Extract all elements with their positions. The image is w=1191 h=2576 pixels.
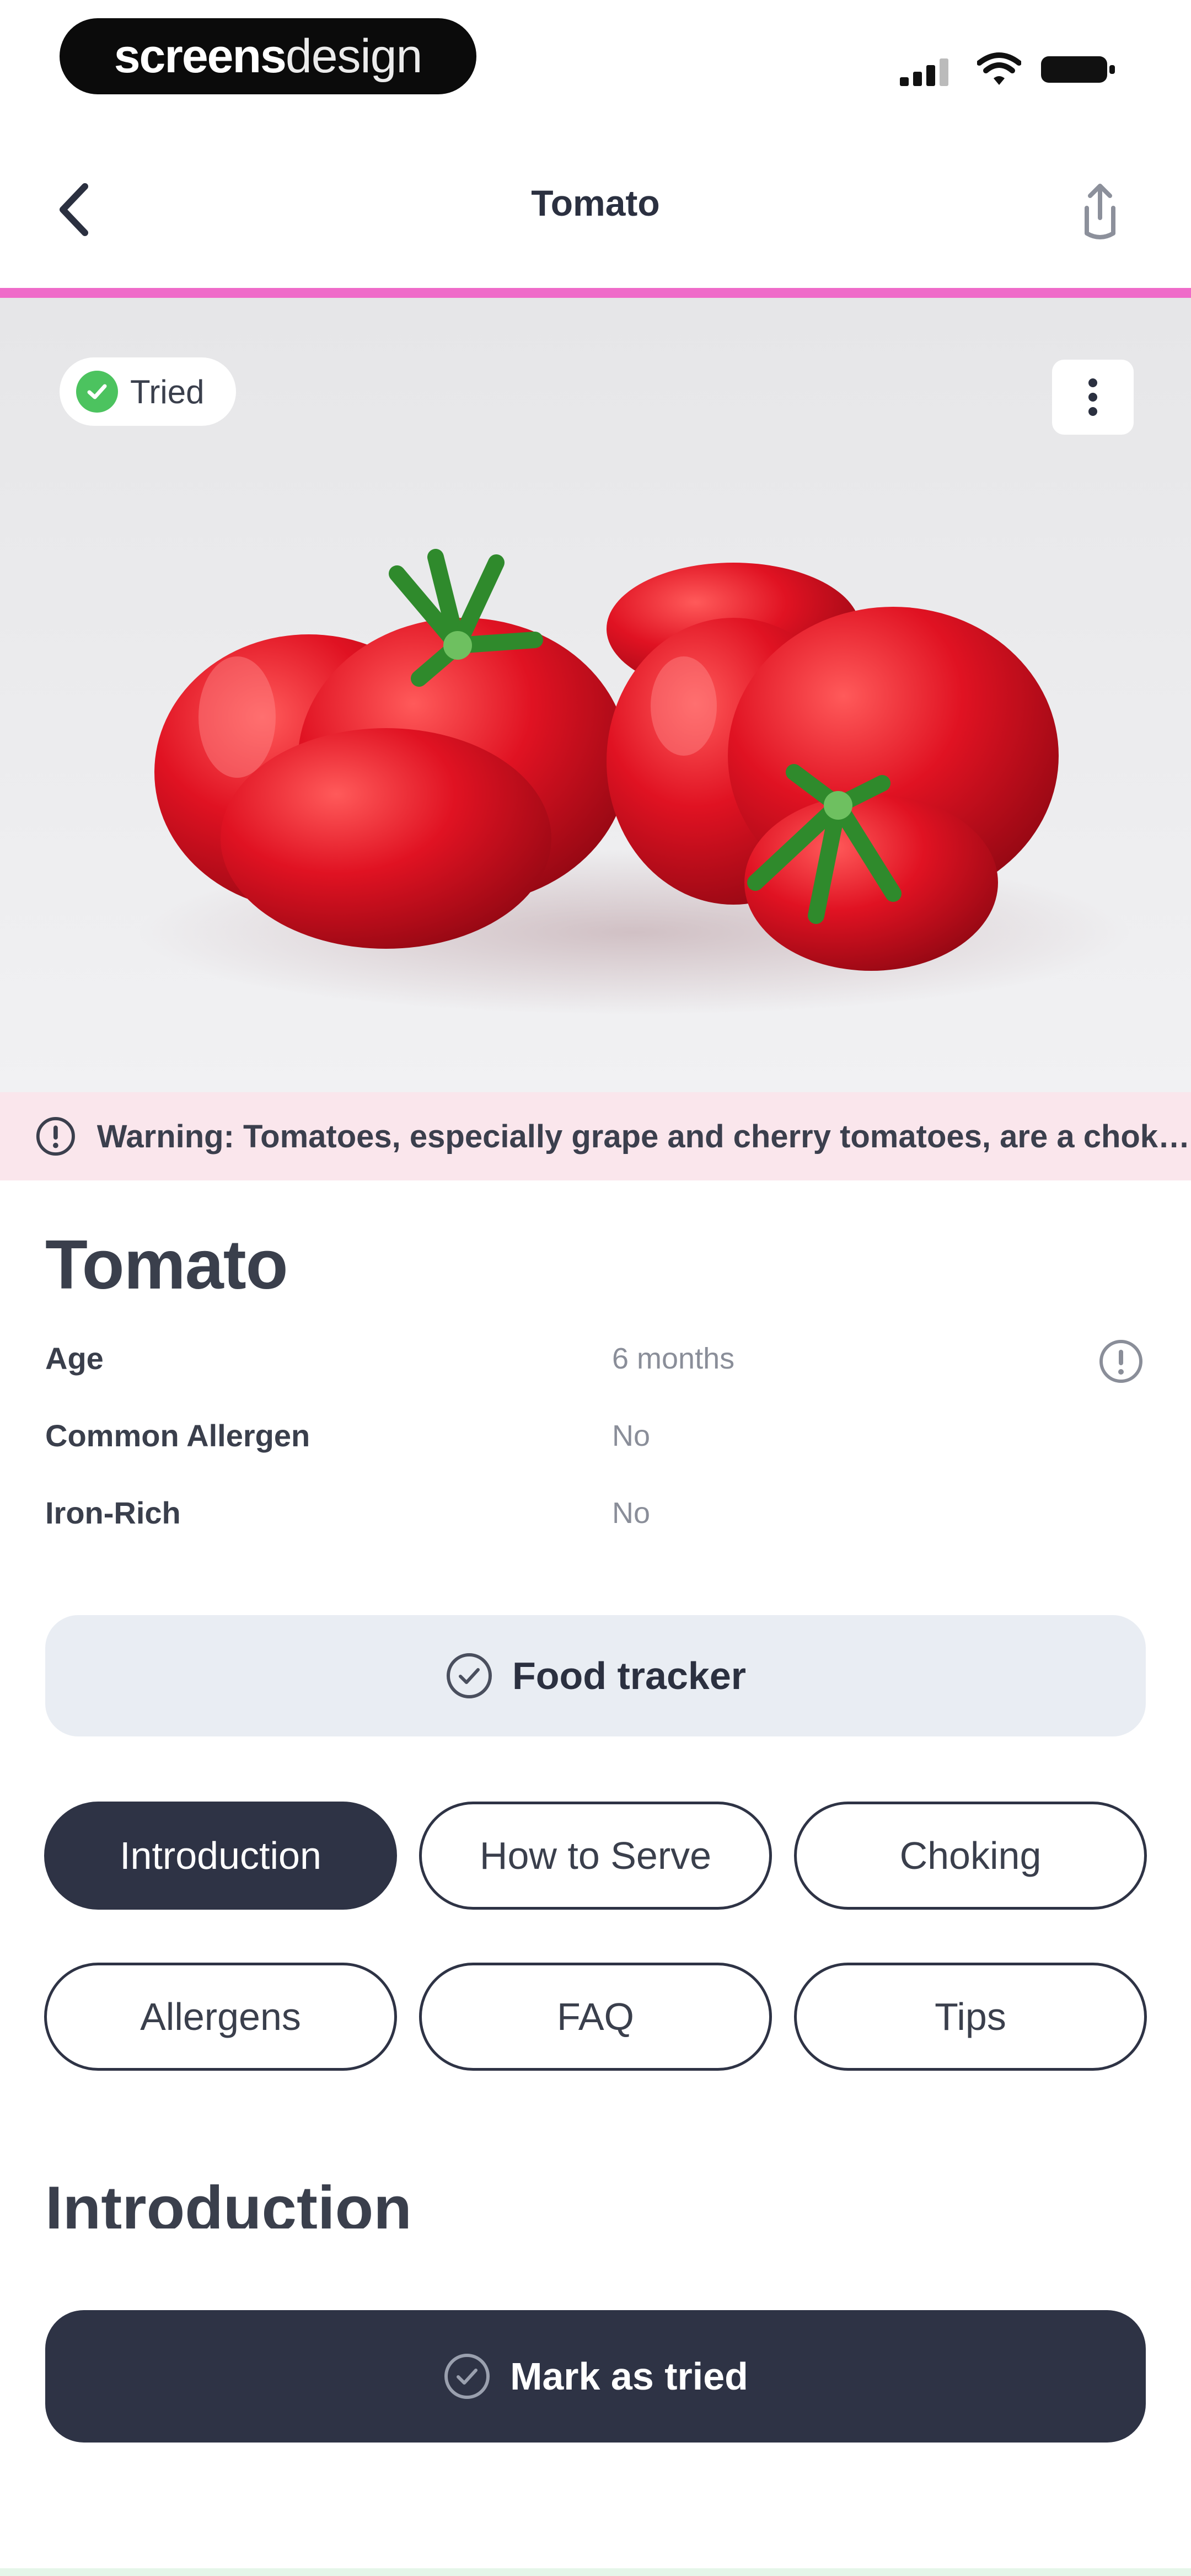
brand-text-light: design bbox=[285, 29, 422, 83]
share-icon bbox=[1085, 184, 1115, 239]
tab-choking[interactable]: Choking bbox=[794, 1802, 1147, 1910]
choking-warning-banner[interactable]: Warning: Tomatoes, especially grape and … bbox=[0, 1092, 1191, 1180]
info-icon bbox=[36, 1116, 75, 1156]
mark-as-tried-button[interactable]: Mark as tried bbox=[45, 2310, 1146, 2443]
age-value: 6 months bbox=[612, 1342, 735, 1375]
more-options-button[interactable] bbox=[1052, 360, 1134, 435]
tab-tips[interactable]: Tips bbox=[794, 1963, 1147, 2071]
tried-label: Tried bbox=[130, 373, 205, 410]
tab-introduction[interactable]: Introduction bbox=[44, 1802, 397, 1910]
signal-icon bbox=[898, 54, 953, 87]
accent-divider bbox=[0, 288, 1191, 298]
vertical-dots-icon bbox=[1088, 378, 1097, 387]
info-icon bbox=[1099, 1340, 1142, 1383]
dot bbox=[1088, 393, 1097, 402]
tab-allergens[interactable]: Allergens bbox=[44, 1963, 397, 2071]
dot bbox=[1088, 407, 1097, 416]
brand-logo: screens design bbox=[60, 18, 476, 94]
common-allergen-value: No bbox=[612, 1419, 651, 1452]
mark-as-tried-label: Mark as tried bbox=[510, 2355, 748, 2398]
iron-rich-label: Iron-Rich bbox=[45, 1495, 181, 1530]
check-circle-icon bbox=[76, 371, 118, 413]
page-title: Tomato bbox=[531, 183, 660, 223]
food-name: Tomato bbox=[45, 1226, 288, 1303]
share-button[interactable] bbox=[1070, 172, 1130, 249]
wifi-icon bbox=[977, 51, 1022, 87]
tab-how-to-serve[interactable]: How to Serve bbox=[419, 1802, 772, 1910]
brand-text-bold: screens bbox=[114, 29, 287, 83]
check-circle-icon bbox=[447, 1653, 492, 1698]
warning-text: Warning: Tomatoes, especially grape and … bbox=[96, 1118, 1191, 1155]
tab-faq[interactable]: FAQ bbox=[419, 1963, 772, 2071]
battery-icon bbox=[1040, 53, 1117, 86]
age-label: Age bbox=[45, 1341, 104, 1376]
age-info-button[interactable] bbox=[1097, 1338, 1145, 1385]
food-tracker-label: Food tracker bbox=[512, 1654, 746, 1697]
common-allergen-label: Common Allergen bbox=[45, 1418, 310, 1453]
tried-badge: Tried bbox=[60, 357, 236, 426]
check-circle-icon bbox=[444, 2354, 490, 2399]
home-indicator bbox=[0, 2568, 1191, 2576]
iron-rich-value: No bbox=[612, 1497, 651, 1530]
food-tracker-button[interactable]: Food tracker bbox=[45, 1615, 1146, 1736]
section-title: Introduction bbox=[45, 2174, 412, 2228]
